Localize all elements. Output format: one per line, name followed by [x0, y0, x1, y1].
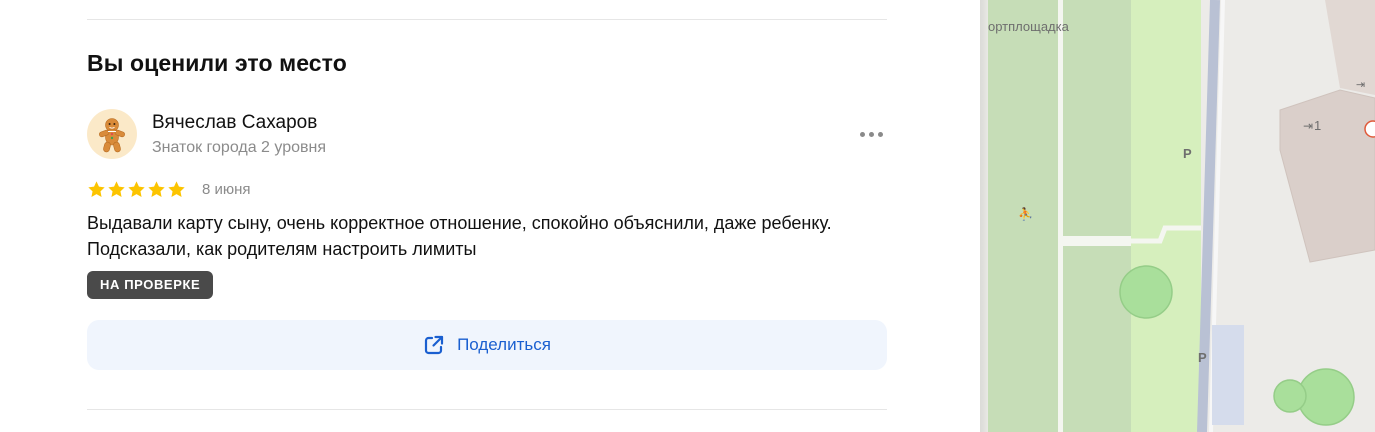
map-label-sport-ground: ортплощадка: [988, 19, 1070, 34]
author-level: Знаток города 2 уровня: [152, 139, 327, 156]
map-label-entrance-number: 1: [1314, 118, 1321, 133]
parking-area: [1212, 325, 1244, 425]
bottom-divider: [87, 409, 887, 410]
share-button[interactable]: Поделиться: [87, 320, 887, 370]
star-icon: [108, 181, 125, 197]
review-text: Выдавали карту сыну, очень корректное от…: [87, 213, 832, 259]
more-horizontal-icon: [878, 132, 883, 137]
map-shadow: [980, 0, 988, 432]
rating-stars: [87, 180, 186, 200]
tree: [1273, 379, 1307, 413]
map-canvas[interactable]: ⛹ ⇥ ⇥ ортплощадка P P 1: [980, 0, 1375, 432]
top-divider: [87, 19, 887, 20]
map-label-parking: P: [1198, 350, 1207, 365]
tree: [1119, 265, 1173, 319]
map-view[interactable]: ⛹ ⇥ ⇥ ортплощадка P P 1: [980, 0, 1375, 432]
poi-marker-icon[interactable]: [1364, 120, 1375, 138]
more-horizontal-icon: [869, 132, 874, 137]
entrance-icon: ⇥: [1356, 79, 1365, 91]
more-horizontal-icon: [860, 132, 865, 137]
author-avatar[interactable]: [87, 109, 137, 159]
park-area: [1063, 246, 1131, 432]
star-icon: [128, 181, 145, 197]
review-date: 8 июня: [202, 181, 251, 198]
your-review-title: Вы оценили это место: [87, 50, 347, 76]
share-external-icon: [424, 335, 444, 355]
more-options-button[interactable]: [858, 124, 886, 144]
star-icon: [168, 181, 185, 197]
star-icon: [148, 181, 165, 197]
map-label-parking: P: [1183, 146, 1192, 161]
entrance-icon: ⇥: [1303, 119, 1313, 133]
gingerbread-man-icon: [99, 118, 125, 153]
author-name[interactable]: Вячеслав Сахаров: [152, 112, 317, 134]
place-reviews-panel: Вы оценили это место Вячеслав Сахаров Зн…: [0, 0, 980, 432]
sport-icon: ⛹: [1018, 206, 1033, 221]
share-label: Поделиться: [457, 335, 551, 354]
park-area: [1063, 0, 1131, 236]
park-area: [1131, 0, 1201, 432]
status-badge: НА ПРОВЕРКЕ: [87, 271, 214, 299]
star-icon: [88, 181, 105, 197]
